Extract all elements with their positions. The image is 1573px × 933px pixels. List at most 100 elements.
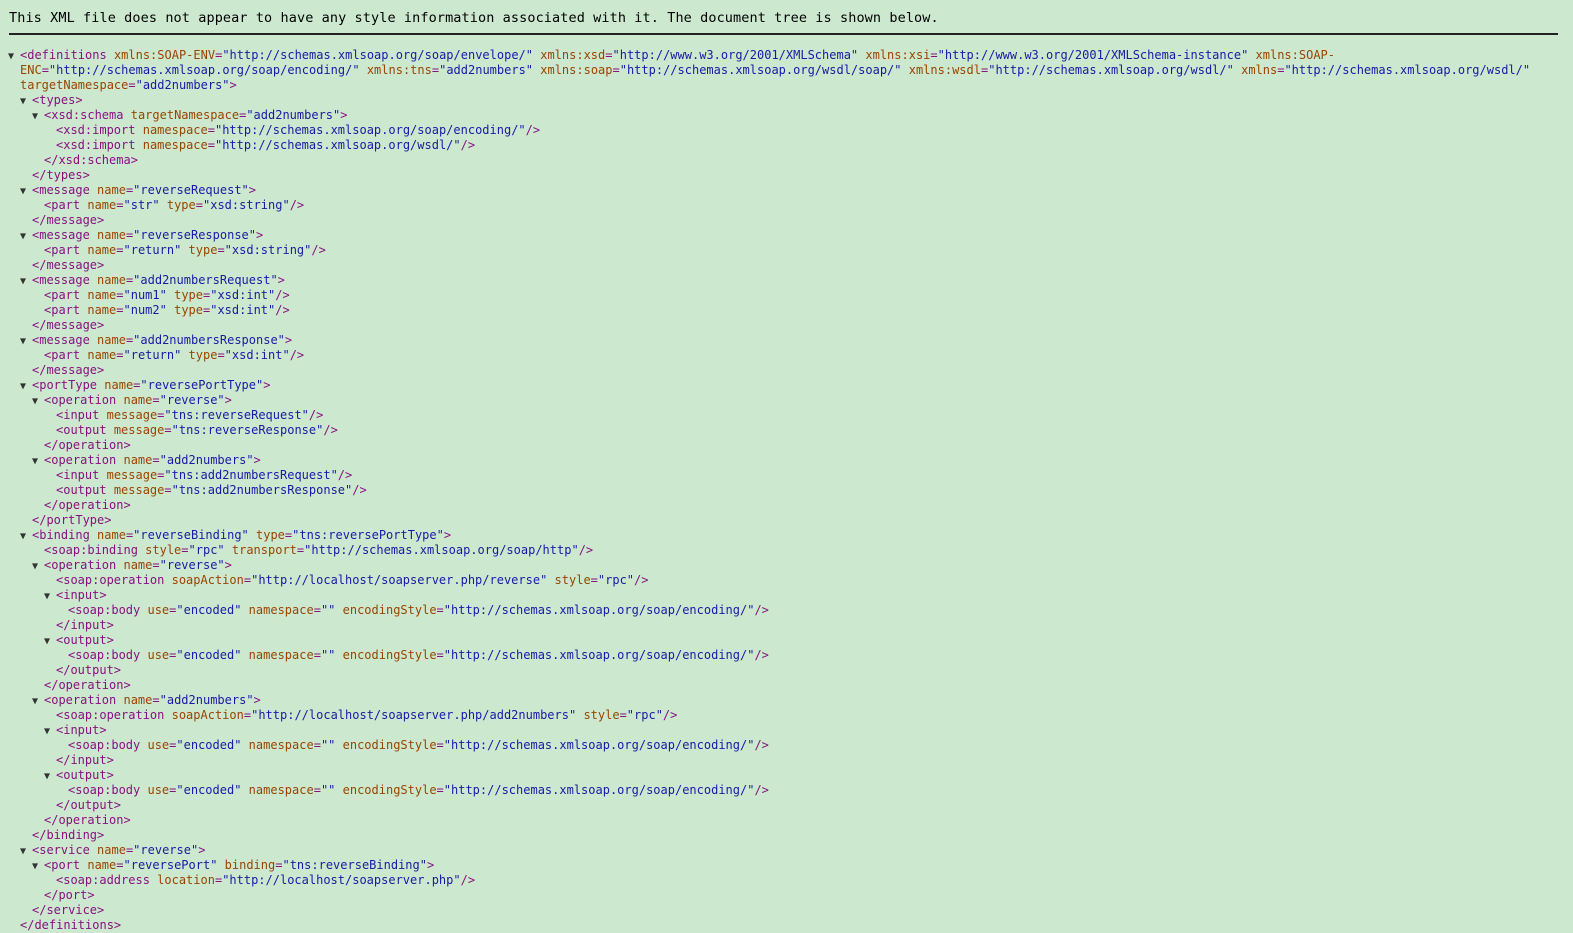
xml-attr-value: "" [320, 603, 336, 617]
xml-tree-line: </message> [8, 318, 1563, 333]
xml-tree-line: </operation> [8, 813, 1563, 828]
xml-tree-line: </binding> [8, 828, 1563, 843]
xml-close-tag: </message> [32, 363, 105, 377]
xml-tag-end: > [75, 93, 83, 107]
collapse-toggle-icon[interactable]: ▼ [20, 379, 32, 394]
xml-space [160, 198, 167, 212]
xml-attr-name: xmlns:xsi [865, 48, 931, 62]
xml-attr-name: name [123, 693, 153, 707]
xml-self-closing-tag: <output [56, 423, 107, 437]
xml-open-tag: <output [56, 768, 107, 782]
xml-attr-value: "http://localhost/soapserver.php/add2num… [251, 708, 577, 722]
xml-equals: = [116, 303, 124, 317]
xml-attr-name: type [188, 243, 218, 257]
collapse-toggle-icon[interactable]: ▼ [20, 229, 32, 244]
xml-equals: = [116, 243, 124, 257]
xml-self-closing-tag: <soap:body [68, 648, 141, 662]
xml-self-closing-tag: <xsd:import [56, 138, 136, 152]
xml-space [335, 738, 342, 752]
xml-attr-value: "rpc" [188, 543, 225, 557]
xml-attr-name: soapAction [171, 708, 244, 722]
xml-open-tag: <message [32, 333, 90, 347]
collapse-toggle-icon[interactable]: ▼ [32, 559, 44, 574]
xml-attr-value: "reverse" [159, 558, 225, 572]
xml-tree-line: ENC="http://schemas.xmlsoap.org/soap/enc… [8, 63, 1563, 78]
collapse-toggle-icon[interactable]: ▼ [44, 589, 56, 604]
xml-space [99, 408, 106, 422]
xml-attr-name: use [147, 648, 170, 662]
collapse-toggle-icon[interactable]: ▼ [20, 529, 32, 544]
xml-equals: = [217, 243, 225, 257]
xml-attr-name: name [87, 348, 117, 362]
xml-attr-name: namespace [248, 783, 314, 797]
xml-tree-line: <part name="return" type="xsd:string"/> [8, 243, 1563, 258]
xml-tag-end: /> [460, 138, 476, 152]
xml-tag-end: > [99, 588, 107, 602]
xml-attr-value: "str" [123, 198, 160, 212]
xml-tree-line: <soap:address location="http://localhost… [8, 873, 1563, 888]
xml-tag-end: /> [754, 783, 769, 797]
collapse-toggle-icon[interactable]: ▼ [32, 394, 44, 409]
xml-token [360, 63, 367, 77]
xml-attr-value: "reversePortType" [140, 378, 264, 392]
xml-token: = [41, 63, 49, 77]
xml-self-closing-tag: <xsd:import [56, 123, 136, 137]
xml-attr-value: "http://www.w3.org/2001/XMLSchema-instan… [937, 48, 1249, 62]
xml-self-closing-tag: <soap:operation [56, 708, 165, 722]
xml-space [181, 243, 188, 257]
xml-tree-line: </operation> [8, 678, 1563, 693]
xml-tag-end: > [99, 723, 107, 737]
xml-attr-value: "return" [123, 243, 182, 257]
xml-tree-line: <xsd:import namespace="http://schemas.xm… [8, 123, 1563, 138]
xml-attr-value: "http://schemas.xmlsoap.org/soap/encodin… [443, 648, 755, 662]
xml-close-tag: </message> [32, 213, 105, 227]
xml-tree-line: </message> [8, 363, 1563, 378]
collapse-toggle-icon[interactable]: ▼ [32, 454, 44, 469]
collapse-toggle-icon[interactable]: ▼ [32, 109, 44, 124]
collapse-toggle-icon[interactable]: ▼ [32, 859, 44, 874]
xml-attr-name: namespace [248, 738, 314, 752]
xml-equals: = [590, 573, 598, 587]
collapse-toggle-icon[interactable]: ▼ [20, 274, 32, 289]
xml-tree-line: </service> [8, 903, 1563, 918]
xml-self-closing-tag: <output [56, 483, 107, 497]
xml-space [90, 228, 97, 242]
collapse-toggle-icon[interactable]: ▼ [20, 184, 32, 199]
xml-tree-line: </message> [8, 258, 1563, 273]
xml-space [123, 108, 130, 122]
xml-equals: = [313, 783, 321, 797]
xml-tag-end: > [224, 393, 232, 407]
xml-attr-value: "tns:reverseRequest" [164, 408, 309, 422]
collapse-toggle-icon[interactable]: ▼ [20, 94, 32, 109]
collapse-toggle-icon[interactable]: ▼ [20, 844, 32, 859]
xml-space [99, 468, 106, 482]
xml-attr-name: soapAction [171, 573, 244, 587]
collapse-toggle-icon[interactable]: ▼ [20, 334, 32, 349]
xml-attr-name: xmlns:xsd [540, 48, 606, 62]
xml-open-tag: <message [32, 183, 90, 197]
collapse-toggle-icon[interactable]: ▼ [32, 694, 44, 709]
xml-space [181, 348, 188, 362]
xml-attr-value: "tns:add2numbersRequest" [164, 468, 338, 482]
xml-attr-value: "reverseResponse" [133, 228, 256, 242]
collapse-toggle-icon[interactable]: ▼ [44, 769, 56, 784]
collapse-toggle-icon[interactable]: ▼ [44, 724, 56, 739]
xml-attr-name: name [97, 528, 126, 542]
xml-space [164, 573, 171, 587]
xml-equals: = [605, 48, 613, 62]
xml-attr-value: "tns:reverseBinding" [282, 858, 427, 872]
xml-self-closing-tag: <part [44, 303, 81, 317]
xml-equals: = [930, 48, 938, 62]
xml-attr-value: "tns:add2numbersResponse" [171, 483, 353, 497]
xml-tree-line: <xsd:import namespace="http://schemas.xm… [8, 138, 1563, 153]
xml-attr-name: encodingStyle [342, 783, 437, 797]
xml-tag-end: > [426, 858, 435, 872]
xml-attr-name: name [123, 453, 153, 467]
xml-attr-value: "reverseRequest" [133, 183, 249, 197]
xml-attr-name: message [113, 423, 165, 437]
xml-attr-value: "http://schemas.xmlsoap.org/soap/encodin… [214, 123, 526, 137]
collapse-toggle-icon[interactable]: ▼ [44, 634, 56, 649]
collapse-toggle-icon[interactable]: ▼ [8, 49, 20, 64]
xml-tree-line: ▼ <port name="reversePort" binding="tns:r… [8, 858, 1563, 873]
xml-attr-value: "reverse" [133, 843, 199, 857]
